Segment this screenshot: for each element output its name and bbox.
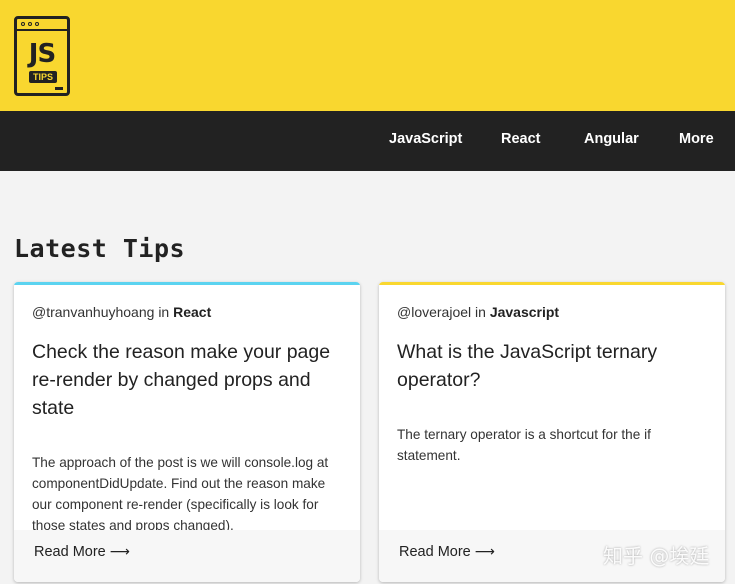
nav-item-javascript[interactable]: JavaScript <box>389 111 462 171</box>
logo-foot <box>55 87 63 90</box>
main-nav: JavaScript React Angular More <box>0 111 735 171</box>
nav-item-react[interactable]: React <box>501 111 541 171</box>
nav-item-more[interactable]: More <box>679 111 714 171</box>
in-word: in <box>475 304 486 320</box>
card-accent-bar <box>14 282 360 285</box>
read-more-label: Read More <box>399 544 471 560</box>
read-more-link[interactable]: Read More ⟶ <box>34 544 130 560</box>
author-link[interactable]: @tranvanhuyhoang <box>32 304 154 320</box>
card-excerpt: The ternary operator is a shortcut for t… <box>397 427 651 463</box>
card-title[interactable]: Check the reason make your page re-rende… <box>32 338 347 422</box>
tip-card: @loverajoel in Javascript What is the Ja… <box>379 282 725 582</box>
logo-text: JS <box>28 39 56 69</box>
category-link[interactable]: Javascript <box>490 304 559 320</box>
read-more-label: Read More <box>34 544 106 560</box>
author-link[interactable]: @loverajoel <box>397 304 471 320</box>
window-dots-icon <box>21 22 39 26</box>
card-accent-bar <box>379 282 725 285</box>
arrow-right-icon: ⟶ <box>474 544 495 560</box>
in-word: in <box>158 304 170 320</box>
nav-item-angular[interactable]: Angular <box>584 111 639 171</box>
read-more-link[interactable]: Read More ⟶ <box>399 544 495 560</box>
tip-card: @tranvanhuyhoang in React Check the reas… <box>14 282 360 582</box>
card-title[interactable]: What is the JavaScript ternary operator? <box>397 338 712 394</box>
card-meta: @loverajoel in Javascript <box>397 304 559 320</box>
card-excerpt: The approach of the post is we will cons… <box>32 455 329 533</box>
card-meta: @tranvanhuyhoang in React <box>32 304 211 320</box>
section-title: Latest Tips <box>14 234 186 263</box>
top-header: JS TIPS <box>0 0 735 111</box>
category-link[interactable]: React <box>173 304 211 320</box>
logo-subtext: TIPS <box>29 71 57 83</box>
card-footer: Read More ⟶ <box>14 530 360 582</box>
js-tips-logo[interactable]: JS TIPS <box>14 16 70 96</box>
window-bar <box>17 29 67 31</box>
arrow-right-icon: ⟶ <box>109 544 130 560</box>
watermark: 知乎 @埃廷 <box>603 544 710 568</box>
